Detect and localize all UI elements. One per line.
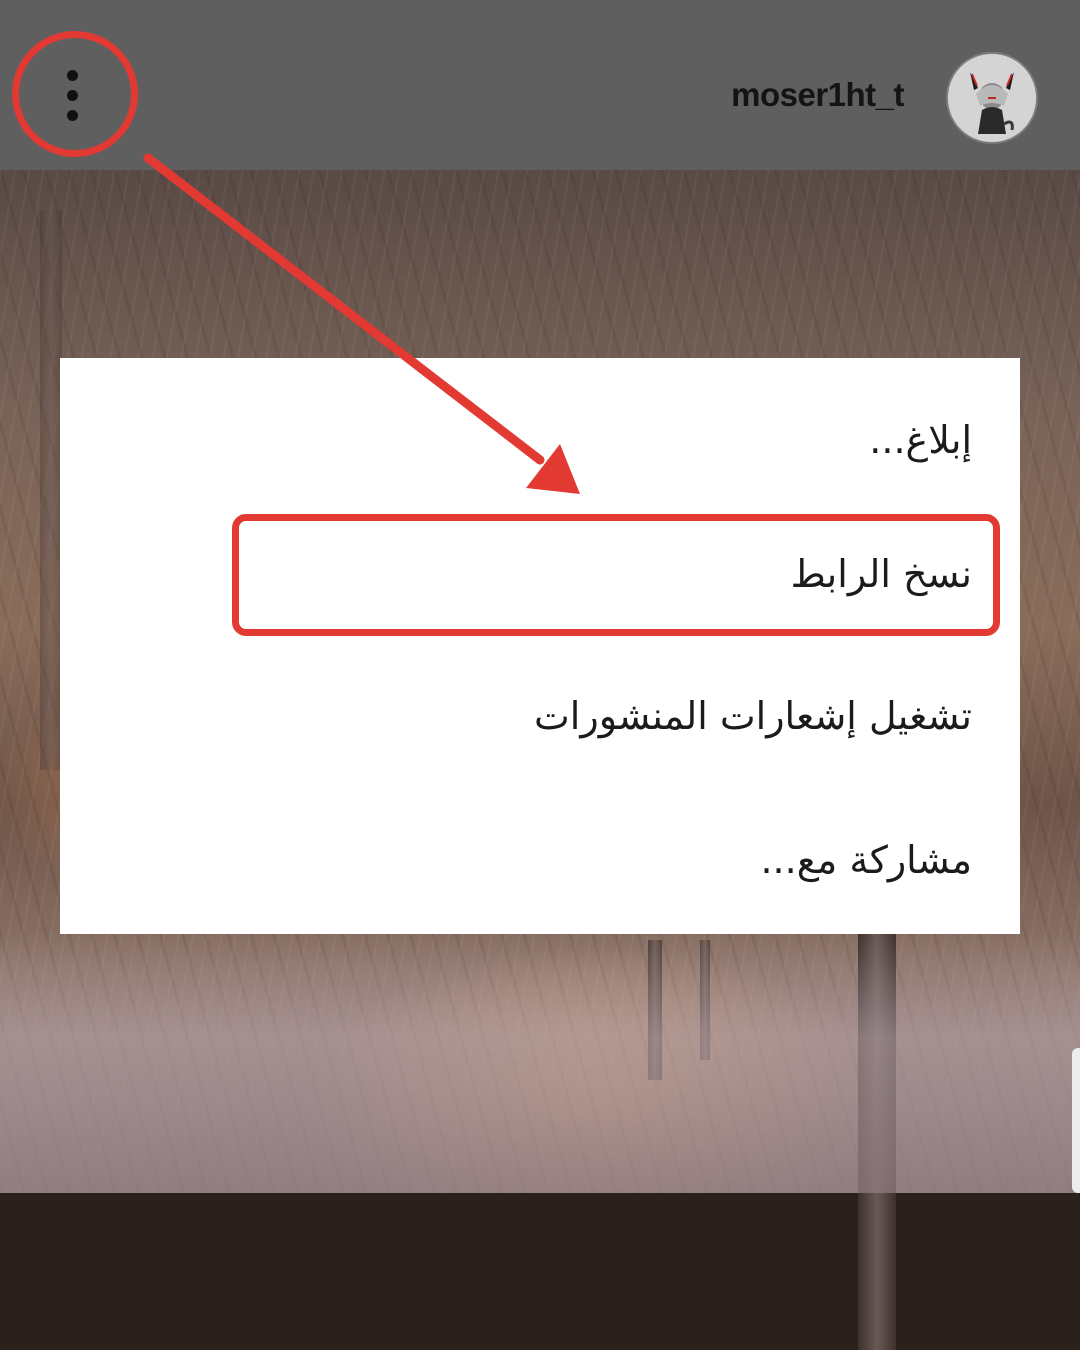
annotation-arrow-icon [143,153,580,494]
scrollbar[interactable] [1072,1048,1080,1193]
